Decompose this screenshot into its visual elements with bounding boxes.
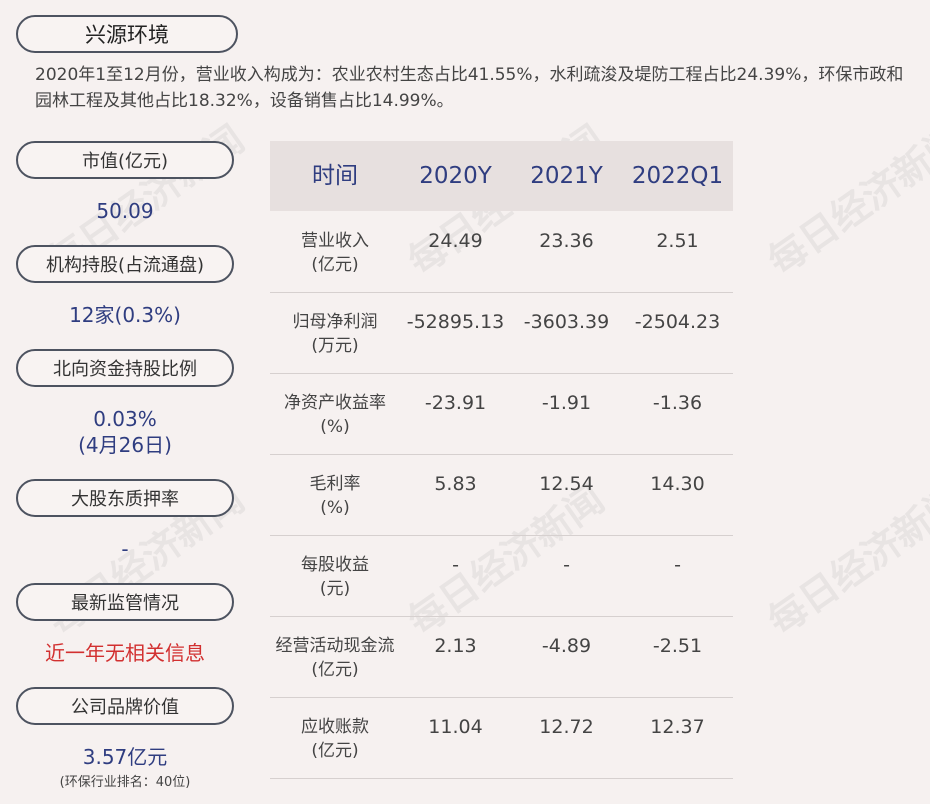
- regulatory-label: 最新监管情况: [16, 583, 234, 621]
- table-cell: 23.36: [539, 230, 594, 252]
- header-2022q1: 2022Q1: [631, 163, 724, 189]
- table-row: 归母净利润 (万元) -52895.13 -3603.39 -2504.23: [270, 292, 733, 374]
- table-row: 毛利率 (%) 5.83 12.54 14.30: [270, 454, 733, 536]
- institution-holding-label: 机构持股(占流通盘): [16, 245, 234, 283]
- table-row: 每股收益 (元) - - -: [270, 535, 733, 617]
- table-cell: -1.36: [652, 392, 703, 414]
- brand-rank: (环保行业排名：40位): [59, 775, 191, 790]
- table-cell: -2504.23: [634, 311, 721, 333]
- pledge-label: 大股东质押率: [16, 479, 234, 517]
- watermark: 每日经济新闻: [760, 476, 930, 644]
- table-cell: -: [452, 554, 459, 576]
- row-label: 归母净利润 (万元): [292, 312, 378, 356]
- table-cell: 12.72: [539, 716, 594, 738]
- market-cap-value: 50.09: [96, 199, 154, 223]
- table-cell: 2.51: [656, 230, 699, 252]
- row-label: 每股收益 (元): [301, 555, 369, 599]
- pledge-value: -: [121, 537, 129, 561]
- table-cell: 24.49: [428, 230, 483, 252]
- table-cell: 14.30: [650, 473, 705, 495]
- table-row: 应收账款 (亿元) 11.04 12.72 12.37: [270, 697, 733, 779]
- row-label: 应收账款 (亿元): [301, 717, 369, 761]
- table-cell: -: [674, 554, 681, 576]
- table-cell: 2.13: [434, 635, 477, 657]
- table-cell: -1.91: [541, 392, 592, 414]
- watermark: 每日经济新闻: [760, 116, 930, 284]
- header-2021y: 2021Y: [530, 163, 603, 189]
- row-label: 净资产收益率 (%): [284, 393, 386, 437]
- table-cell: 12.54: [539, 473, 594, 495]
- table-cell: -: [563, 554, 570, 576]
- table-header: 时间 2020Y 2021Y 2022Q1: [270, 141, 733, 211]
- brand-value: 3.57亿元: [82, 745, 168, 769]
- table-cell: -52895.13: [406, 311, 505, 333]
- table-row: 营业收入 (亿元) 24.49 23.36 2.51: [270, 211, 733, 293]
- table-cell: 12.37: [650, 716, 705, 738]
- row-label: 毛利率 (%): [309, 474, 361, 518]
- institution-holding-value: 12家(0.3%): [69, 303, 181, 327]
- table-cell: 11.04: [428, 716, 483, 738]
- company-name: 兴源环境: [16, 15, 238, 53]
- header-2020y: 2020Y: [419, 163, 492, 189]
- northbound-label: 北向资金持股比例: [16, 349, 234, 387]
- row-label: 营业收入 (亿元): [301, 231, 369, 275]
- table-row: 经营活动现金流 (亿元) 2.13 -4.89 -2.51: [270, 616, 733, 698]
- header-time: 时间: [312, 163, 358, 189]
- table-cell: -2.51: [652, 635, 703, 657]
- market-cap-label: 市值(亿元): [16, 141, 234, 179]
- brand-value-label: 公司品牌价值: [16, 687, 234, 725]
- table-cell: 5.83: [434, 473, 477, 495]
- table-cell: -23.91: [424, 392, 487, 414]
- table-row: 净资产收益率 (%) -23.91 -1.91 -1.36: [270, 373, 733, 455]
- row-label: 经营活动现金流 (亿元): [275, 636, 395, 680]
- northbound-value: 0.03%: [93, 407, 157, 431]
- revenue-summary: 2020年1至12月份，营业收入构成为：农业农村生态占比41.55%，水利疏浚及…: [35, 65, 904, 111]
- northbound-date: (4月26日): [78, 433, 172, 457]
- table-cell: -3603.39: [523, 311, 610, 333]
- table-cell: -4.89: [541, 635, 592, 657]
- regulatory-value: 近一年无相关信息: [45, 641, 205, 665]
